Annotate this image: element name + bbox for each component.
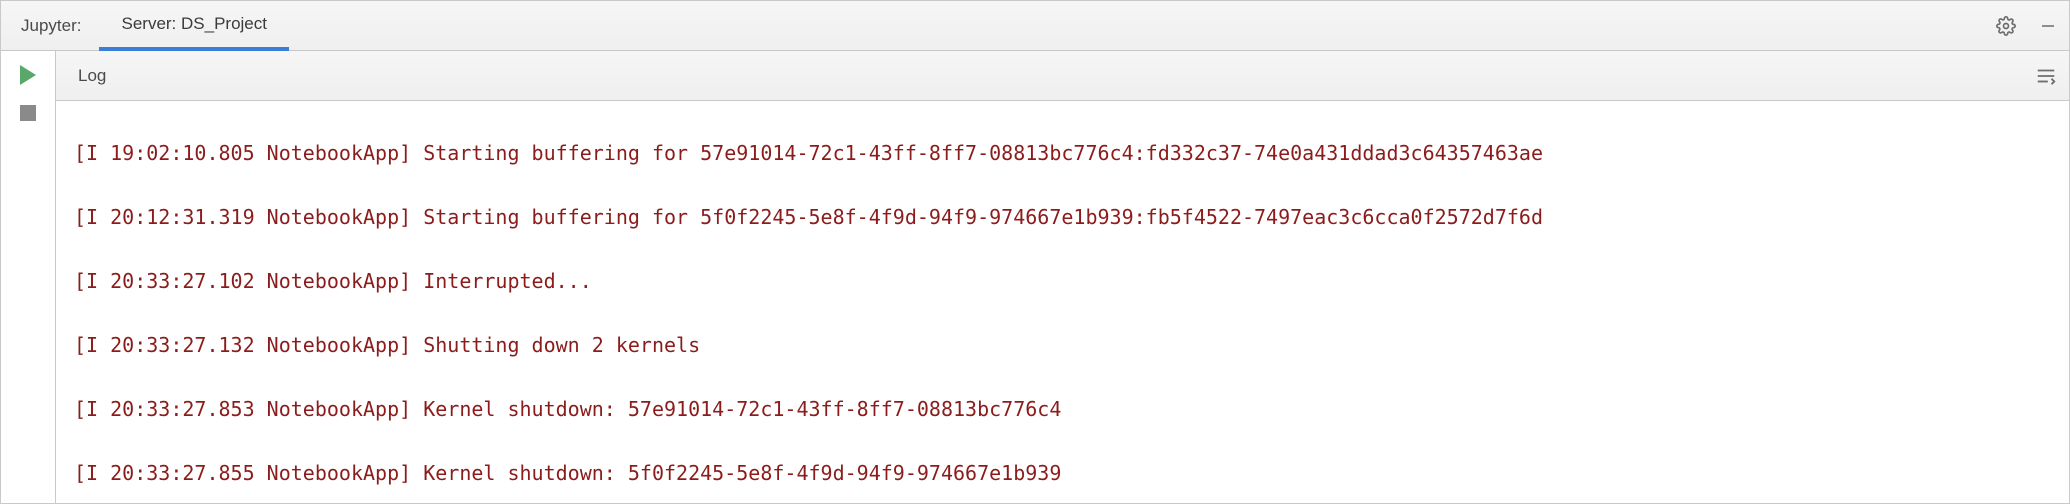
jupyter-server-panel: Jupyter: Server: DS_Project Log xyxy=(0,0,2070,504)
server-tab[interactable]: Server: DS_Project xyxy=(99,1,289,51)
log-line: [I 20:33:27.132 NotebookApp] Shutting do… xyxy=(74,329,2051,361)
log-line: [I 19:02:10.805 NotebookApp] Starting bu… xyxy=(74,137,2051,169)
settings-button[interactable] xyxy=(1985,1,2027,50)
main-area: Log [I 19:02:10.805 NotebookApp] Startin… xyxy=(56,51,2069,503)
log-line: [I 20:33:27.853 NotebookApp] Kernel shut… xyxy=(74,393,2051,425)
console-output[interactable]: [I 19:02:10.805 NotebookApp] Starting bu… xyxy=(56,101,2069,503)
panel-body: Log [I 19:02:10.805 NotebookApp] Startin… xyxy=(1,51,2069,503)
log-line: [I 20:33:27.855 NotebookApp] Kernel shut… xyxy=(74,457,2051,489)
minimize-icon xyxy=(2039,17,2057,35)
log-line: [I 20:12:31.319 NotebookApp] Starting bu… xyxy=(74,201,2051,233)
stop-button[interactable] xyxy=(20,105,36,121)
log-tab[interactable]: Log xyxy=(78,66,106,86)
softwrap-icon xyxy=(2035,65,2057,87)
panel-header: Jupyter: Server: DS_Project xyxy=(1,1,2069,51)
log-line: [I 20:33:27.102 NotebookApp] Interrupted… xyxy=(74,265,2051,297)
log-tab-bar: Log xyxy=(56,51,2069,101)
jupyter-label: Jupyter: xyxy=(1,1,99,50)
hide-button[interactable] xyxy=(2027,1,2069,50)
run-button[interactable] xyxy=(20,65,36,85)
gear-icon xyxy=(1996,16,2016,36)
action-gutter xyxy=(1,51,56,503)
softwrap-button[interactable] xyxy=(2023,65,2069,87)
